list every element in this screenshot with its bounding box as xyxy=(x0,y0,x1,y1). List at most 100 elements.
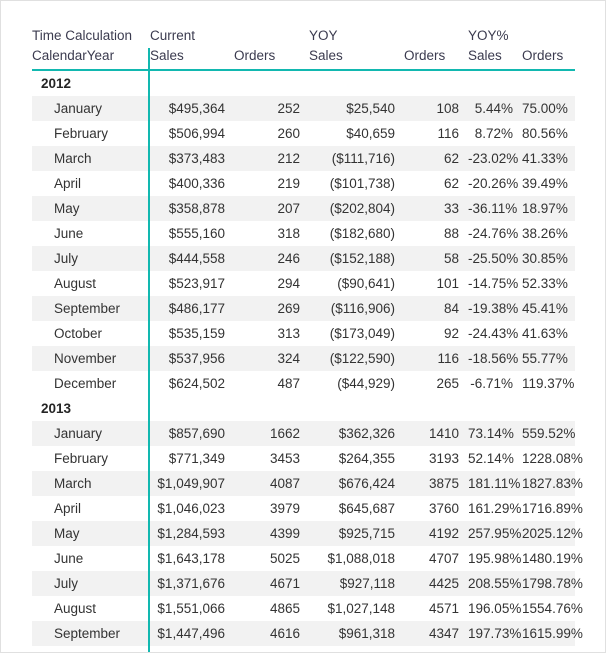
cell-current-orders[interactable]: 246 xyxy=(234,246,310,271)
cell-current-sales[interactable]: $1,371,676 xyxy=(149,571,234,596)
cell-yoypct-orders[interactable]: 1615.99% xyxy=(522,621,583,646)
cell-yoypct-orders[interactable]: 52.33% xyxy=(522,271,576,296)
cell-current-orders[interactable]: 4399 xyxy=(234,521,310,546)
cell-yoypct-sales[interactable]: -20.26% xyxy=(468,171,523,196)
cell-yoypct-sales[interactable]: 52.14% xyxy=(468,446,523,471)
matrix-month-row[interactable]: December $624,502 487 ($44,929) 265 -6.71% 119… xyxy=(32,371,576,396)
month-label[interactable]: April xyxy=(32,496,150,521)
cell-current-sales[interactable]: $486,177 xyxy=(149,296,234,321)
group-header-current[interactable]: Current xyxy=(149,28,310,48)
column-header-yoypct-sales[interactable]: Sales xyxy=(468,48,523,71)
matrix-month-row[interactable]: June $555,160 318 ($182,680) 88 -24.76% 38.26% xyxy=(32,221,576,246)
cell-current-sales[interactable]: $555,160 xyxy=(149,221,234,246)
cell-yoy-sales[interactable]: ($101,738) xyxy=(309,171,405,196)
cell-current-sales[interactable]: $1,447,496 xyxy=(149,621,234,646)
cell-current-orders[interactable]: 5300 xyxy=(234,646,310,652)
cell-yoy-orders[interactable]: 4571 xyxy=(404,596,469,621)
cell-yoy-sales[interactable]: ($152,188) xyxy=(309,246,405,271)
cell-yoypct-orders[interactable]: 55.77% xyxy=(522,346,576,371)
cell-yoypct-orders[interactable]: 2025.12% xyxy=(522,521,583,546)
cell-yoypct-orders[interactable]: 41.33% xyxy=(522,146,576,171)
cell-yoy-sales[interactable]: $40,659 xyxy=(309,121,405,146)
cell-current-orders[interactable]: 269 xyxy=(234,296,310,321)
month-label[interactable]: September xyxy=(32,296,150,321)
cell-current-sales[interactable]: $400,336 xyxy=(149,171,234,196)
cell-current-sales[interactable]: $358,878 xyxy=(149,196,234,221)
cell-yoy-sales[interactable]: ($202,804) xyxy=(309,196,405,221)
month-label[interactable]: July xyxy=(32,246,150,271)
cell-current-sales[interactable] xyxy=(149,70,234,96)
cell-current-orders[interactable]: 4087 xyxy=(234,471,310,496)
cell-yoypct-orders[interactable]: 1798.78% xyxy=(522,571,583,596)
cell-current-sales[interactable]: $444,558 xyxy=(149,246,234,271)
cell-yoypct-orders[interactable]: 45.41% xyxy=(522,296,576,321)
cell-yoypct-sales[interactable] xyxy=(468,396,523,421)
matrix-month-row[interactable]: September $486,177 269 ($116,906) 84 -19.38% 4… xyxy=(32,296,576,321)
year-label[interactable]: 2012 xyxy=(32,70,150,96)
month-label[interactable]: August xyxy=(32,271,150,296)
cell-yoypct-sales[interactable]: 8.72% xyxy=(468,121,523,146)
cell-yoy-orders[interactable]: 84 xyxy=(404,296,469,321)
month-label[interactable]: January xyxy=(32,96,150,121)
cell-yoypct-sales[interactable]: 161.29% xyxy=(468,496,523,521)
cell-current-orders[interactable]: 4865 xyxy=(234,596,310,621)
cell-current-orders[interactable]: 3979 xyxy=(234,496,310,521)
cell-current-sales[interactable]: $1,046,023 xyxy=(149,496,234,521)
cell-current-sales[interactable]: $1,284,593 xyxy=(149,521,234,546)
cell-current-sales[interactable]: $1,551,066 xyxy=(149,596,234,621)
cell-yoy-sales[interactable]: $264,355 xyxy=(309,446,405,471)
cell-current-sales[interactable]: $506,994 xyxy=(149,121,234,146)
month-label[interactable]: February xyxy=(32,446,150,471)
cell-current-orders[interactable]: 252 xyxy=(234,96,310,121)
group-header-yoy[interactable]: YOY xyxy=(309,28,469,48)
matrix-year-row[interactable]: 2012 xyxy=(32,70,576,96)
column-header-current-orders[interactable]: Orders xyxy=(234,48,310,71)
cell-yoy-orders[interactable]: 3193 xyxy=(404,446,469,471)
matrix-month-row[interactable]: March $373,483 212 ($111,716) 62 -23.02% 41.33… xyxy=(32,146,576,171)
matrix-month-row[interactable]: February $506,994 260 $40,659 116 8.72% 80.56% xyxy=(32,121,576,146)
cell-current-sales[interactable]: $495,364 xyxy=(149,96,234,121)
matrix-month-row[interactable]: August $523,917 294 ($90,641) 101 -14.75% 52.3… xyxy=(32,271,576,296)
matrix-month-row[interactable]: May $358,878 207 ($202,804) 33 -36.11% 18.97% xyxy=(32,196,576,221)
month-label[interactable]: May xyxy=(32,196,150,221)
column-header-yoy-orders[interactable]: Orders xyxy=(404,48,469,71)
cell-yoy-orders[interactable]: 1410 xyxy=(404,421,469,446)
cell-yoy-orders[interactable] xyxy=(404,396,469,421)
cell-yoypct-orders[interactable]: 559.52% xyxy=(522,421,575,446)
cell-current-orders[interactable] xyxy=(234,396,310,421)
cell-yoy-sales[interactable]: $676,424 xyxy=(309,471,405,496)
matrix-month-row[interactable]: July $444,558 246 ($152,188) 58 -25.50% 30.85% xyxy=(32,246,576,271)
cell-current-sales[interactable]: $1,673,293 xyxy=(149,646,234,652)
cell-yoy-sales[interactable]: $927,118 xyxy=(309,571,405,596)
cell-current-sales[interactable]: $771,349 xyxy=(149,446,234,471)
column-header-current-sales[interactable]: Sales xyxy=(149,48,234,71)
cell-yoypct-sales[interactable]: 257.95% xyxy=(468,521,523,546)
cell-yoy-orders[interactable]: 116 xyxy=(404,346,469,371)
cell-yoy-sales[interactable]: $1,088,018 xyxy=(309,546,405,571)
cell-yoypct-sales[interactable]: -6.71% xyxy=(468,371,523,396)
cell-current-orders[interactable]: 294 xyxy=(234,271,310,296)
cell-yoypct-sales[interactable] xyxy=(468,70,523,96)
cell-yoypct-sales[interactable]: -14.75% xyxy=(468,271,523,296)
matrix-month-row[interactable]: January $857,690 1662 $362,326 1410 73.14% 559… xyxy=(32,421,575,446)
cell-yoy-sales[interactable]: $1,138,134 xyxy=(309,646,405,652)
matrix-month-row[interactable]: October$1,673,2935300$1,138,1344987212.6… xyxy=(32,646,583,652)
month-label[interactable]: October xyxy=(32,321,150,346)
cell-yoypct-sales[interactable]: 196.05% xyxy=(468,596,523,621)
cell-current-orders[interactable]: 212 xyxy=(234,146,310,171)
month-label[interactable]: December xyxy=(32,371,150,396)
cell-yoy-sales[interactable]: $961,318 xyxy=(309,621,405,646)
month-label[interactable]: June xyxy=(32,546,150,571)
cell-yoy-orders[interactable]: 4707 xyxy=(404,546,469,571)
cell-yoypct-orders[interactable]: 41.63% xyxy=(522,321,576,346)
cell-current-orders[interactable]: 318 xyxy=(234,221,310,246)
cell-current-orders[interactable]: 3453 xyxy=(234,446,310,471)
cell-yoy-orders[interactable]: 4987 xyxy=(404,646,469,652)
cell-current-orders[interactable]: 487 xyxy=(234,371,310,396)
cell-yoypct-orders[interactable] xyxy=(522,70,576,96)
cell-current-orders[interactable]: 1662 xyxy=(234,421,310,446)
matrix-visual[interactable]: Time Calculation Current YOY YOY% Calend… xyxy=(32,28,583,652)
cell-yoy-orders[interactable]: 4347 xyxy=(404,621,469,646)
cell-yoy-sales[interactable]: ($182,680) xyxy=(309,221,405,246)
cell-yoy-sales[interactable]: ($111,716) xyxy=(309,146,405,171)
